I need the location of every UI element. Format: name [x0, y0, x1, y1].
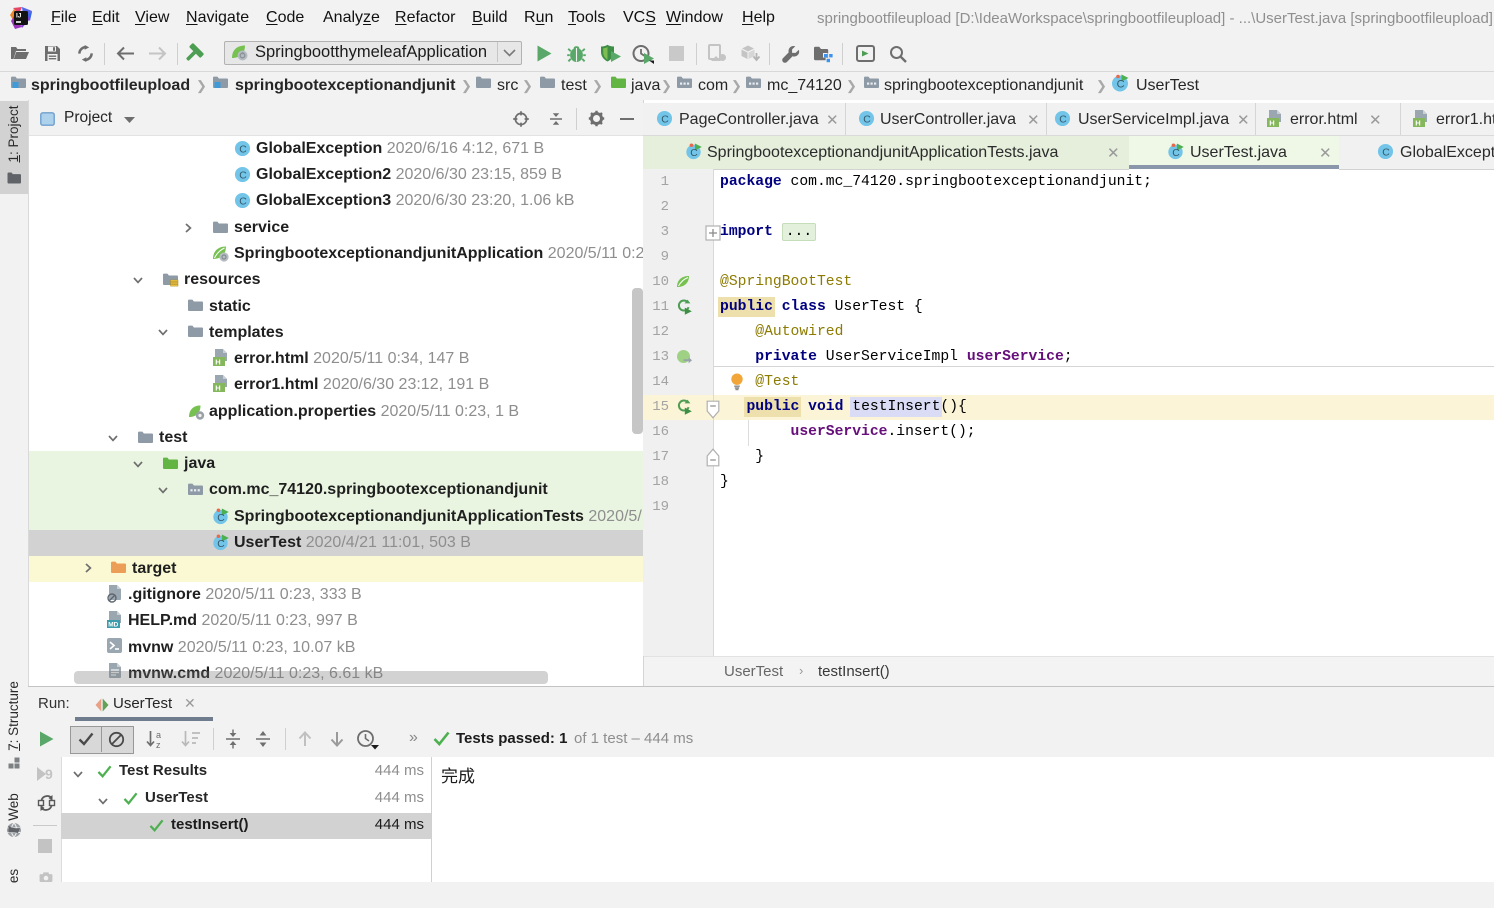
svg-text:a: a [156, 730, 161, 740]
svg-text:9: 9 [45, 766, 53, 782]
svg-text:z: z [156, 740, 161, 749]
svg-text:C: C [1117, 79, 1125, 91]
svg-text:IJ: IJ [16, 13, 22, 20]
